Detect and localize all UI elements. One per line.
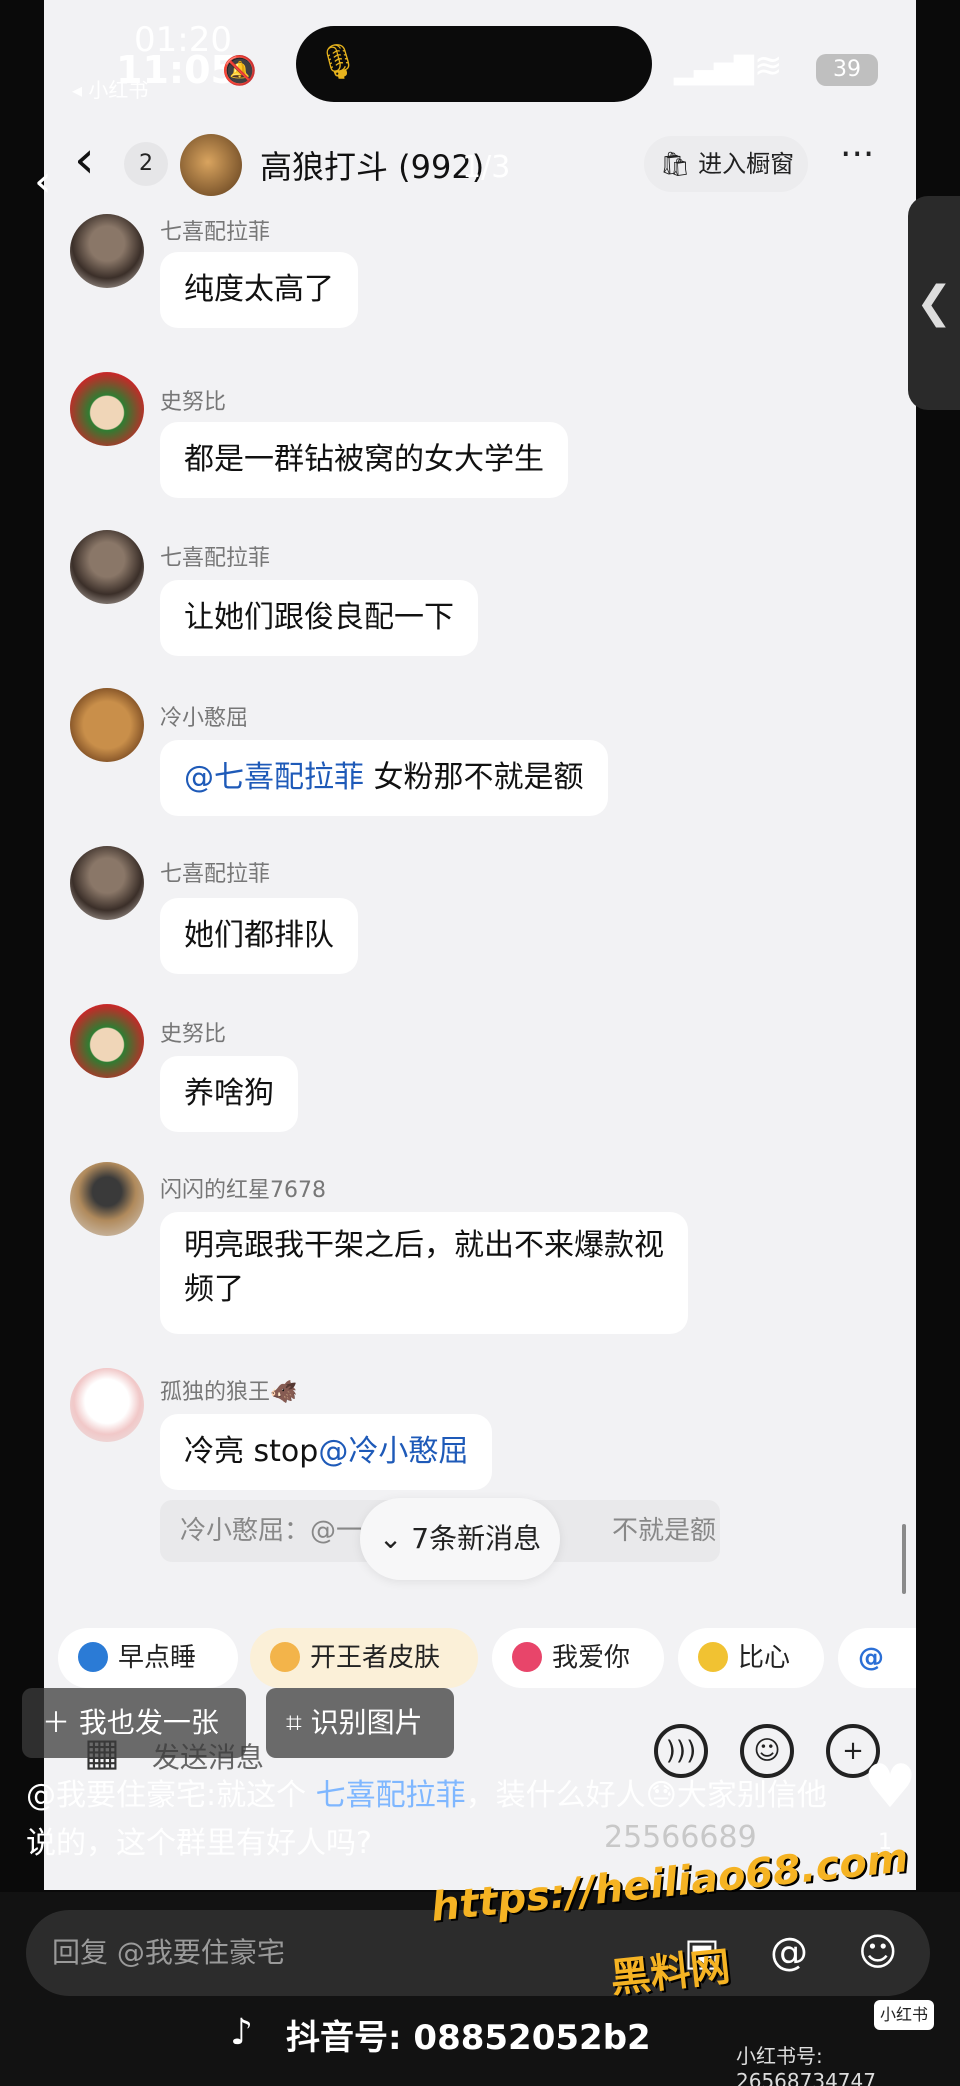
new-messages-button[interactable]: ⌄ 7条新消息 [360, 1498, 560, 1580]
chat-header: ‹ 2 高狼打斗 (992) 1/3 🛍 进入橱窗 ··· [44, 120, 916, 214]
message-bubble[interactable]: 养啥狗 [160, 1056, 298, 1132]
mute-icon: 🔕 [222, 54, 257, 87]
sender-name: 七喜配拉菲 [160, 862, 271, 887]
heart-icon[interactable]: ♥ [858, 1752, 922, 1822]
group-avatar[interactable] [180, 134, 242, 196]
recognize-image-label: 识别图片 [310, 1706, 423, 1739]
side-panel-handle[interactable]: ❮ [908, 196, 960, 410]
signal-icon: ▂▄▆█ [674, 56, 754, 86]
quick-reply-chip[interactable]: @ [838, 1628, 916, 1688]
more-options-icon[interactable]: ··· [840, 134, 874, 175]
scan-icon: ⌗ [286, 1706, 311, 1739]
avatar[interactable] [70, 372, 144, 446]
avatar[interactable] [70, 530, 144, 604]
mention-link[interactable]: @七喜配拉菲 [184, 760, 364, 795]
enter-shop-button[interactable]: 🛍 进入橱窗 [644, 136, 808, 192]
quote-suffix: 不就是额 [612, 1516, 717, 1546]
share-photo-button[interactable]: ＋ 我也发一张 [22, 1688, 246, 1758]
quick-reply-chip[interactable]: 开王者皮肤 [250, 1628, 478, 1688]
duck-sticker-icon [698, 1642, 728, 1672]
sender-name: 七喜配拉菲 [160, 546, 271, 571]
message-text-line: 明亮跟我干架之后，就出不来爆款视 [184, 1228, 664, 1263]
earth-sticker-icon [78, 1642, 108, 1672]
message-bubble[interactable]: 让她们跟俊良配一下 [160, 580, 478, 656]
scrollbar[interactable] [902, 1524, 906, 1594]
share-photo-label: 我也发一张 [78, 1706, 219, 1739]
xiaohongshu-id: 小红书号: 26568734747 [736, 2044, 876, 2086]
quick-reply-label: 我爱你 [552, 1643, 631, 1673]
voice-icon[interactable]: ))) [654, 1724, 708, 1778]
emoji-icon[interactable]: ☺ [740, 1724, 794, 1778]
at-icon[interactable]: @ [770, 1930, 808, 1974]
microphone-icon: 🎙 [316, 42, 360, 82]
enter-shop-label: 进入橱窗 [698, 150, 795, 178]
back-chevron-icon[interactable]: ‹ [34, 156, 52, 207]
message-bubble[interactable]: 她们都排队 [160, 898, 358, 974]
new-messages-label: 7条新消息 [411, 1522, 542, 1555]
sender-name: 闪闪的红星7678 [160, 1178, 326, 1203]
chat-screen: 01:20 11:05 🔕 🎙 ▂▄▆█ ≋ 39 ◂ 小红书 ‹ 2 高狼打斗… [44, 0, 916, 1890]
unread-count-badge: 2 [124, 142, 168, 186]
message-bubble[interactable]: 纯度太高了 [160, 252, 358, 328]
caption-mention-link[interactable]: 七喜配拉菲 [316, 1778, 466, 1813]
avatar[interactable] [70, 1162, 144, 1236]
message-bubble[interactable]: 明亮跟我干架之后，就出不来爆款视 频了 [160, 1212, 688, 1334]
message-text: 冷亮 stop [184, 1434, 319, 1469]
double-chevron-down-icon: ⌄ [378, 1522, 412, 1555]
back-to-app-link[interactable]: ◂ 小红书 [72, 74, 148, 103]
quick-reply-chip[interactable]: 早点睡 [58, 1628, 238, 1688]
quote-prefix: 冷小憨屈：@一 [180, 1516, 363, 1546]
quick-reply-label: 早点睡 [118, 1643, 197, 1673]
cat-sticker-icon [270, 1642, 300, 1672]
tiktok-logo-icon: ♪ [230, 2012, 253, 2053]
wifi-icon: ≋ [754, 46, 783, 86]
avatar[interactable] [70, 1368, 144, 1442]
xiaohongshu-logo: 小红书 [874, 2000, 934, 2030]
message-bubble[interactable]: 冷亮 stop@冷小憨屈 [160, 1414, 493, 1490]
bag-icon: 🛍 [660, 150, 699, 178]
sender-name: 孤独的狼王🐗 [160, 1380, 298, 1405]
message-bubble[interactable]: @七喜配拉菲 女粉那不就是额 [160, 740, 608, 816]
sender-name: 冷小憨屈 [160, 706, 249, 731]
status-bar: 01:20 11:05 🔕 🎙 ▂▄▆█ ≋ 39 ◂ 小红书 [44, 0, 916, 120]
sender-name: 史努比 [160, 1022, 227, 1047]
sender-name: 七喜配拉菲 [160, 220, 271, 245]
quick-reply-chip[interactable]: 比心 [678, 1628, 824, 1688]
avatar[interactable] [70, 688, 144, 762]
quick-reply-label: 开王者皮肤 [310, 1643, 441, 1673]
recognize-image-button[interactable]: ⌗ 识别图片 [266, 1688, 454, 1758]
plus-icon: ＋ [42, 1706, 79, 1739]
message-text-line: 频了 [184, 1272, 244, 1307]
group-title[interactable]: 高狼打斗 (992) [260, 142, 484, 188]
sender-name: 史努比 [160, 390, 227, 415]
caption-prefix: @我要住豪宅:就这个 [26, 1778, 316, 1813]
avatar[interactable] [70, 846, 144, 920]
message-bubble[interactable]: 都是一群钻被窝的女大学生 [160, 422, 568, 498]
back-chevron-icon[interactable]: ‹ [74, 130, 95, 190]
quick-reply-chip[interactable]: 我爱你 [492, 1628, 664, 1688]
avatar[interactable] [70, 1004, 144, 1078]
emoji-icon[interactable]: ☺ [858, 1930, 898, 1974]
page-indicator: 1/3 [462, 150, 511, 185]
mention-link[interactable]: @冷小憨屈 [318, 1434, 468, 1469]
avatar[interactable] [70, 214, 144, 288]
heart-sticker-icon [512, 1642, 542, 1672]
message-text: 女粉那不就是额 [364, 760, 584, 795]
quick-reply-label: 比心 [738, 1643, 791, 1673]
quick-reply-bar: 早点睡 开王者皮肤 我爱你 比心 @ [44, 1628, 916, 1692]
tiktok-id: 抖音号: 08852052b2 [286, 2018, 651, 2058]
battery-indicator: 39 [816, 54, 878, 86]
